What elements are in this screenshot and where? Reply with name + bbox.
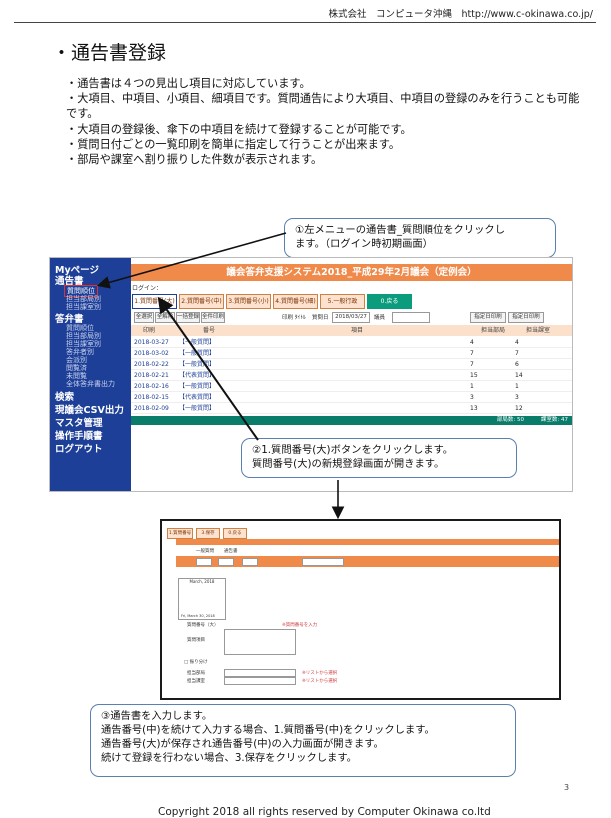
- qtype-label: 質問番号（大）: [187, 623, 219, 628]
- content-label: 質問項目: [187, 638, 205, 643]
- section-label: 担当課室: [187, 679, 205, 684]
- dept-select-note: ※リストから選択: [302, 671, 338, 676]
- section-select-note: ※リストから選択: [302, 679, 338, 684]
- section-select[interactable]: [224, 677, 296, 685]
- calendar-footer: Fri, March 30, 2018: [181, 614, 215, 618]
- assign-checkbox[interactable]: □ 振り分け: [184, 659, 208, 665]
- doc-type-dropdown[interactable]: 通告書: [224, 548, 238, 554]
- callout-step3-line4: 続けて登録を行わない場合、3.保存をクリックします。: [101, 752, 357, 764]
- copyright: Copyright 2018 all rights reserved by Co…: [158, 806, 491, 818]
- dept-select[interactable]: [224, 669, 296, 677]
- dept-label: 担当部局: [187, 671, 205, 676]
- callout-step3-line3: 通告番号(大)が保存され通告番号(中)の入力画面が開きます。: [101, 738, 384, 750]
- required-note: ※質問番号を入力: [282, 623, 318, 628]
- calendar-widget[interactable]: March, 2018 Fri, March 30, 2018: [178, 578, 226, 620]
- callout-step3: ③通告書を入力します。 通告番号(中)を続けて入力する場合、1.質問番号(中)を…: [90, 704, 516, 777]
- calendar-title: March, 2018: [189, 579, 215, 584]
- member-field[interactable]: [302, 558, 344, 566]
- number-field-3[interactable]: [242, 558, 258, 566]
- content-textarea[interactable]: [224, 629, 296, 655]
- number-field-2[interactable]: [218, 558, 234, 566]
- arrow-to-tab-button: [157, 296, 259, 441]
- callout-step3-line2: 通告番号(中)を続けて入力する場合、1.質問番号(中)をクリックします。: [101, 724, 435, 736]
- entry-header-bar: [176, 539, 559, 545]
- tab-save[interactable]: 3.保存: [196, 528, 220, 539]
- arrow-to-sidebar-item: [96, 232, 287, 289]
- tab-question-medium[interactable]: 1.質問番号(中): [167, 528, 193, 545]
- type-label: 一般質問: [196, 549, 214, 554]
- screenshot-entry-screen: 1.質問番号(中) 3.保存 0.戻る 一般質問 通告書 March, 2018…: [160, 519, 561, 700]
- tab-back[interactable]: 0.戻る: [223, 528, 247, 539]
- page-number: 3: [564, 783, 570, 792]
- number-field[interactable]: [196, 558, 212, 566]
- callout-step3-line1: ③通告書を入力します。: [101, 710, 213, 722]
